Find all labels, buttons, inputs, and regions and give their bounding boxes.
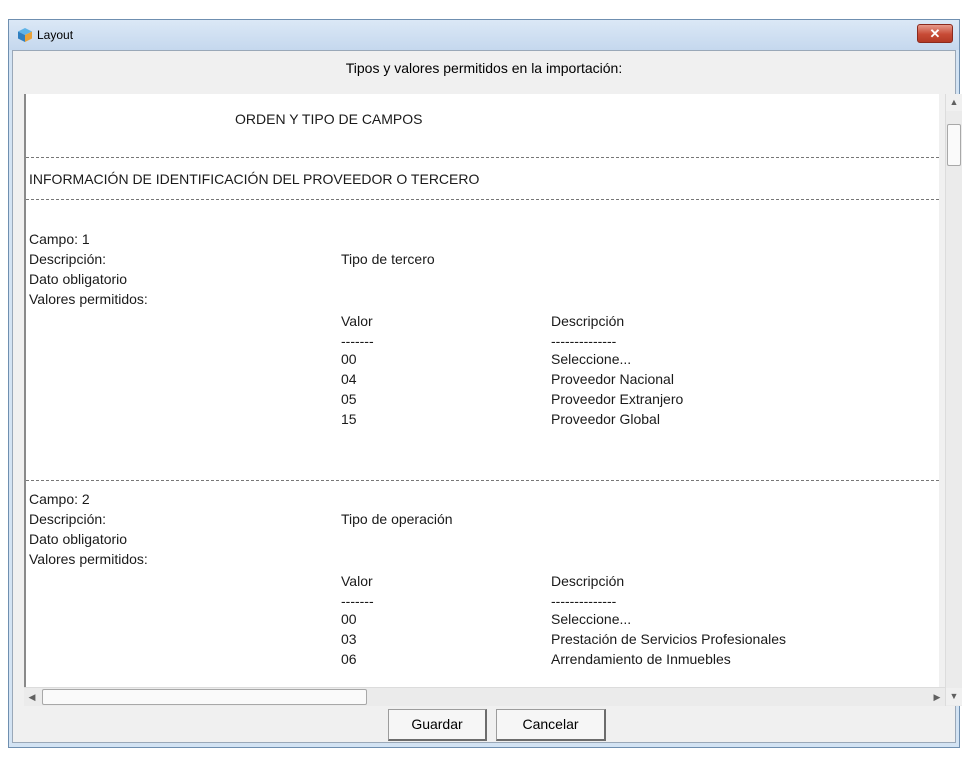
allowed-values-label: Valores permitidos: (29, 551, 148, 567)
cancel-button[interactable]: Cancelar (496, 709, 606, 741)
scroll-up-arrow-icon[interactable]: ▲ (946, 94, 962, 111)
required-label: Dato obligatorio (29, 531, 128, 547)
column-separator: -------------- (551, 333, 617, 349)
field-number: Campo: 1 (29, 231, 90, 247)
title-bar[interactable]: Layout ✕ (9, 20, 959, 50)
description-label: Descripción: (29, 511, 107, 527)
column-header-valor: Valor (341, 313, 373, 329)
field-number: Campo: 2 (29, 491, 90, 507)
column-header-descripcion: Descripción (551, 573, 625, 589)
column-separator: ------- (341, 593, 374, 609)
value-description: Seleccione... (551, 611, 632, 627)
subsection-title: INFORMACIÓN DE IDENTIFICACIÓN DEL PROVEE… (29, 171, 480, 187)
header-label: Tipos y valores permitidos en la importa… (345, 60, 623, 76)
close-button[interactable]: ✕ (917, 24, 953, 43)
value-code: 15 (341, 411, 357, 427)
vertical-scroll-thumb[interactable] (947, 124, 961, 166)
horizontal-scroll-thumb[interactable] (42, 689, 367, 705)
section-title: ORDEN Y TIPO DE CAMPOS (235, 111, 423, 127)
app-cube-icon (18, 28, 32, 42)
separator (26, 199, 939, 200)
value-description: Proveedor Nacional (551, 371, 674, 387)
column-header-valor: Valor (341, 573, 373, 589)
value-code: 06 (341, 651, 357, 667)
close-icon: ✕ (929, 26, 941, 41)
layout-text-area[interactable]: ORDEN Y TIPO DE CAMPOS INFORMACIÓN DE ID… (24, 94, 939, 687)
column-separator: ------- (341, 333, 374, 349)
value-code: 00 (341, 611, 357, 627)
separator (26, 480, 939, 481)
save-button[interactable]: Guardar (388, 709, 487, 741)
column-header-descripcion: Descripción (551, 313, 625, 329)
column-separator: -------------- (551, 593, 617, 609)
scroll-down-arrow-icon[interactable]: ▼ (946, 688, 962, 705)
layout-window: Layout ✕ Tipos y valores permitidos en l… (8, 19, 962, 748)
description-label: Descripción: (29, 251, 107, 267)
value-code: 03 (341, 631, 357, 647)
value-description: Proveedor Extranjero (551, 391, 684, 407)
separator (26, 157, 939, 158)
allowed-values-label: Valores permitidos: (29, 291, 148, 307)
scroll-left-arrow-icon[interactable]: ◀ (24, 688, 40, 706)
value-code: 00 (341, 351, 357, 367)
required-label: Dato obligatorio (29, 271, 128, 287)
horizontal-scrollbar[interactable]: ◀ ▶ (24, 687, 945, 706)
value-description: Proveedor Global (551, 411, 660, 427)
value-description: Seleccione... (551, 351, 632, 367)
description-value: Tipo de tercero (341, 251, 435, 267)
value-description: Arrendamiento de Inmuebles (551, 651, 731, 667)
dialog-body: Tipos y valores permitidos en la importa… (12, 50, 962, 743)
value-description: Prestación de Servicios Profesionales (551, 631, 787, 647)
window-title: Layout (37, 28, 74, 42)
value-code: 05 (341, 391, 357, 407)
vertical-scrollbar[interactable]: ▲ ▼ (945, 94, 962, 706)
value-code: 04 (341, 371, 357, 387)
description-value: Tipo de operación (341, 511, 453, 527)
scroll-right-arrow-icon[interactable]: ▶ (929, 688, 945, 706)
